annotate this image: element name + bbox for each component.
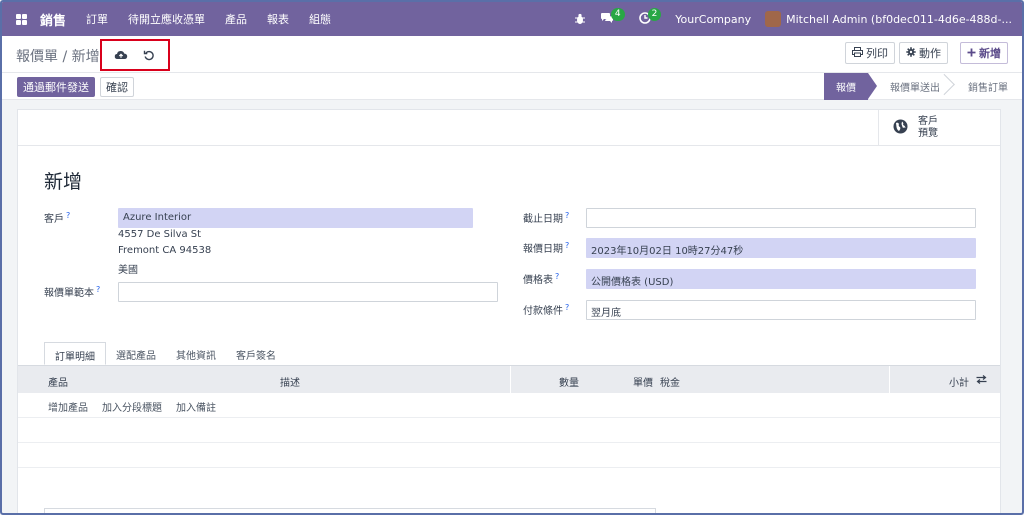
col-subtotal[interactable]: 小計 <box>949 374 969 389</box>
main-menu: 訂單 待開立應收憑單 產品 報表 組態 <box>86 11 331 27</box>
status-bar: 報價 報價單送出 銷售訂單 <box>824 73 1008 100</box>
order-lines-header: 產品 描述 數量 單價 稅金 小計 <box>18 365 1000 393</box>
template-label: 報價單範本? <box>44 284 101 299</box>
add-section-link[interactable]: 加入分段標題 <box>102 399 162 414</box>
print-icon <box>852 46 863 60</box>
activities-count-badge: 2 <box>647 7 662 21</box>
breadcrumb-current: 新增 <box>71 49 100 65</box>
terms-note-field[interactable] <box>44 508 656 513</box>
payment-terms-field[interactable]: 翌月底 <box>586 300 976 320</box>
app-name[interactable]: 銷售 <box>40 10 66 29</box>
add-product-link[interactable]: 增加產品 <box>48 399 88 414</box>
customer-field[interactable]: Azure Interior <box>118 208 473 228</box>
send-by-email-button[interactable]: 通過郵件發送 <box>17 77 95 97</box>
tab-customer-signature[interactable]: 客戶簽名 <box>226 342 286 365</box>
menu-item-orders[interactable]: 訂單 <box>86 11 108 27</box>
new-button[interactable]: 新增 <box>960 42 1008 64</box>
form-header: 通過郵件發送 確認 報價 報價單送出 銷售訂單 <box>2 72 1022 100</box>
stage-quotation-sent[interactable]: 報價單送出 <box>868 73 952 100</box>
activities-button[interactable]: 2 <box>638 7 662 27</box>
customer-preview-line1: 客戶 <box>918 116 938 127</box>
expiry-label: 截止日期? <box>523 210 570 225</box>
table-row <box>18 418 1000 443</box>
menu-item-configuration[interactable]: 組態 <box>309 11 331 27</box>
pricelist-field[interactable]: 公開價格表 (USD) <box>586 269 976 289</box>
apps-menu-icon[interactable] <box>16 13 28 25</box>
confirm-button[interactable]: 確認 <box>100 77 134 97</box>
help-icon: ? <box>555 271 560 281</box>
add-note-link[interactable]: 加入備註 <box>176 399 216 414</box>
new-label: 新增 <box>979 47 1001 60</box>
tab-order-lines[interactable]: 訂單明細 <box>44 342 106 365</box>
help-icon: ? <box>565 210 570 220</box>
payment-terms-label: 付款條件? <box>523 302 570 317</box>
form-sheet: 客戶 預覽 新增 客戶? Azure Interior 4557 De Silv… <box>17 109 1001 513</box>
help-icon: ? <box>96 284 101 294</box>
action-label: 動作 <box>919 47 941 60</box>
table-row <box>18 468 1000 493</box>
col-description[interactable]: 描述 <box>280 374 300 389</box>
table-row <box>18 443 1000 468</box>
help-icon: ? <box>66 210 71 220</box>
notebook-tabs: 訂單明細 選配產品 其他資訊 客戶簽名 <box>44 342 286 365</box>
quote-date-label: 報價日期? <box>523 240 570 255</box>
customer-preview-line2: 預覽 <box>918 128 938 139</box>
expiration-date-field[interactable] <box>586 208 976 228</box>
menu-item-products[interactable]: 產品 <box>225 11 247 27</box>
breadcrumb-parent[interactable]: 報價單 <box>16 49 58 65</box>
add-line-row: 增加產品 加入分段標題 加入備註 <box>18 393 1000 418</box>
company-switcher[interactable]: YourCompany <box>675 13 751 26</box>
customer-preview-button[interactable]: 客戶 預覽 <box>878 110 1000 146</box>
help-icon: ? <box>565 302 570 312</box>
action-button[interactable]: 動作 <box>899 42 948 64</box>
col-taxes[interactable]: 稅金 <box>660 374 680 389</box>
app-window: 銷售 訂單 待開立應收憑單 產品 報表 組態 4 2 YourCompany M… <box>0 0 1024 515</box>
discard-undo-icon[interactable] <box>141 47 157 63</box>
save-cloud-icon[interactable] <box>113 47 129 63</box>
pricelist-label: 價格表? <box>523 271 560 286</box>
plus-icon <box>967 47 976 60</box>
breadcrumb: 報價單 / 新增 <box>16 46 100 66</box>
tab-other-info[interactable]: 其他資訊 <box>166 342 226 365</box>
record-title: 新增 <box>44 171 83 193</box>
col-unit-price[interactable]: 單價 <box>633 374 653 389</box>
top-navbar: 銷售 訂單 待開立應收憑單 產品 報表 組態 4 2 YourCompany M… <box>2 2 1022 36</box>
globe-icon <box>893 119 908 137</box>
address-line3: 美國 <box>118 265 138 276</box>
quotation-template-field[interactable] <box>118 282 498 302</box>
column-toggle-icon[interactable] <box>976 375 987 387</box>
control-panel: 報價單 / 新增 列印 動作 新增 <box>2 36 1022 72</box>
messages-count-badge: 4 <box>610 7 625 21</box>
user-name: Mitchell Admin (bf0dec011-4d6e-488d-... <box>786 12 1012 26</box>
quotation-date-field[interactable]: 2023年10月02日 10時27分47秒 <box>586 238 976 258</box>
address-line2: Fremont CA 94538 <box>118 245 212 256</box>
menu-item-reporting[interactable]: 報表 <box>267 11 289 27</box>
navbar-systray: 4 2 YourCompany Mitchell Admin (bf0dec01… <box>574 2 1012 36</box>
customer-preview-label: 客戶 預覽 <box>918 116 938 140</box>
user-avatar <box>765 11 782 27</box>
print-button[interactable]: 列印 <box>845 42 895 64</box>
button-box: 客戶 預覽 <box>18 110 1000 146</box>
bug-icon[interactable] <box>574 13 586 25</box>
save-discard-highlight <box>100 39 170 71</box>
address-line1: 4557 De Silva St <box>118 229 202 240</box>
print-label: 列印 <box>866 47 888 60</box>
help-icon: ? <box>565 240 570 250</box>
tab-optional-products[interactable]: 選配產品 <box>106 342 166 365</box>
breadcrumb-separator: / <box>62 49 68 65</box>
col-product[interactable]: 產品 <box>48 374 68 389</box>
stage-sales-order[interactable]: 銷售訂單 <box>952 73 1008 100</box>
control-panel-actions: 列印 動作 新增 <box>845 42 1008 64</box>
col-quantity[interactable]: 數量 <box>559 374 579 389</box>
stage-quotation[interactable]: 報價 <box>824 73 877 100</box>
messages-button[interactable]: 4 <box>600 7 625 27</box>
gear-icon <box>906 46 916 60</box>
user-menu[interactable]: Mitchell Admin (bf0dec011-4d6e-488d-... <box>765 11 1012 27</box>
menu-item-to-invoice[interactable]: 待開立應收憑單 <box>128 11 205 27</box>
customer-label: 客戶? <box>44 210 71 225</box>
